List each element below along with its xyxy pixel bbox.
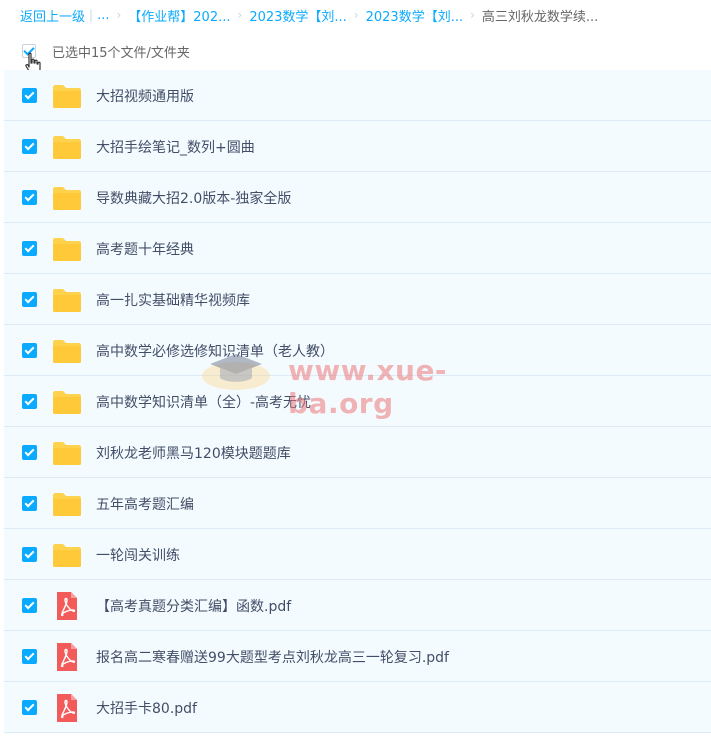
- breadcrumb-item-2[interactable]: 2023数学【刘...: [249, 6, 346, 25]
- file-name[interactable]: 高考题十年经典: [96, 239, 194, 259]
- file-row[interactable]: 刘秋龙老师黑马120模块题题库: [4, 427, 711, 478]
- file-row[interactable]: 一轮闯关训练: [4, 529, 711, 580]
- breadcrumb-ellipsis[interactable]: ...: [97, 8, 109, 23]
- file-row[interactable]: 高一扎实基础精华视频库: [4, 274, 711, 325]
- row-checkbox[interactable]: [22, 445, 37, 460]
- folder-icon: [52, 438, 82, 468]
- breadcrumb-divider: |: [89, 8, 94, 22]
- pdf-icon: [52, 642, 82, 672]
- file-name[interactable]: 大招视频通用版: [96, 86, 194, 106]
- file-name[interactable]: 大招手绘笔记_数列+圆曲: [96, 137, 255, 157]
- file-row[interactable]: 大招手卡80.pdf: [4, 682, 711, 733]
- folder-icon: [52, 387, 82, 417]
- folder-icon: [52, 132, 82, 162]
- file-name[interactable]: 高一扎实基础精华视频库: [96, 290, 250, 310]
- pdf-icon: [52, 591, 82, 621]
- folder-icon: [52, 234, 82, 264]
- breadcrumb-item-3[interactable]: 2023数学【刘...: [366, 6, 463, 25]
- file-list: 大招视频通用版大招手绘笔记_数列+圆曲导数典藏大招2.0版本-独家全版 高考题十年…: [4, 70, 711, 733]
- row-checkbox[interactable]: [22, 343, 37, 358]
- selection-bar: 已选中15个文件/文件夹: [0, 36, 711, 75]
- folder-icon: [52, 489, 82, 519]
- file-name[interactable]: 大招手卡80.pdf: [96, 698, 197, 718]
- file-row[interactable]: 五年高考题汇编: [4, 478, 711, 529]
- file-row[interactable]: 大招手绘笔记_数列+圆曲: [4, 121, 711, 172]
- file-row[interactable]: 【高考真题分类汇编】函数.pdf: [4, 580, 711, 631]
- chevron-right-icon: ›: [470, 8, 475, 22]
- row-checkbox[interactable]: [22, 649, 37, 664]
- file-row[interactable]: 报名高二寒春赠送99大题型考点刘秋龙高三一轮复习.pdf: [4, 631, 711, 682]
- file-name[interactable]: 高中数学知识清单（全）-高考无忧: [96, 392, 311, 412]
- pdf-icon: [52, 693, 82, 723]
- file-name[interactable]: 【高考真题分类汇编】函数.pdf: [96, 596, 291, 616]
- folder-icon: [52, 285, 82, 315]
- row-checkbox[interactable]: [22, 241, 37, 256]
- row-checkbox[interactable]: [22, 190, 37, 205]
- selection-count-label: 已选中15个文件/文件夹: [52, 46, 190, 61]
- folder-icon: [52, 183, 82, 213]
- file-name[interactable]: 刘秋龙老师黑马120模块题题库: [96, 443, 291, 463]
- folder-icon: [52, 540, 82, 570]
- chevron-right-icon: ›: [116, 8, 122, 22]
- row-checkbox[interactable]: [22, 139, 37, 154]
- file-row[interactable]: 大招视频通用版: [4, 70, 711, 121]
- file-name[interactable]: 导数典藏大招2.0版本-独家全版: [96, 188, 291, 208]
- breadcrumb-current: 高三刘秋龙数学续...: [481, 9, 599, 25]
- file-name[interactable]: 报名高二寒春赠送99大题型考点刘秋龙高三一轮复习.pdf: [96, 647, 449, 667]
- file-name[interactable]: 五年高考题汇编: [96, 494, 194, 514]
- chevron-right-icon: ›: [237, 8, 243, 22]
- row-checkbox[interactable]: [22, 700, 37, 715]
- row-checkbox[interactable]: [22, 598, 37, 613]
- back-link[interactable]: 返回上一级: [20, 6, 85, 25]
- folder-icon: [52, 81, 82, 111]
- file-row[interactable]: 高中数学必修选修知识清单（老人教）: [4, 325, 711, 376]
- file-row[interactable]: 导数典藏大招2.0版本-独家全版: [4, 172, 711, 223]
- file-name[interactable]: 高中数学必修选修知识清单（老人教）: [96, 341, 334, 361]
- file-row[interactable]: 高中数学知识清单（全）-高考无忧: [4, 376, 711, 427]
- breadcrumb-item-1[interactable]: 【作业帮】202...: [128, 6, 230, 25]
- file-name[interactable]: 一轮闯关训练: [96, 545, 180, 565]
- file-browser: 返回上一级 | ... › 【作业帮】202... › 2023数学【刘... …: [0, 0, 711, 745]
- file-row[interactable]: 高考题十年经典: [4, 223, 711, 274]
- row-checkbox[interactable]: [22, 394, 37, 409]
- row-checkbox[interactable]: [22, 88, 37, 103]
- breadcrumb: 返回上一级 | ... › 【作业帮】202... › 2023数学【刘... …: [20, 5, 598, 25]
- row-checkbox[interactable]: [22, 547, 37, 562]
- folder-icon: [52, 336, 82, 366]
- row-checkbox[interactable]: [22, 292, 37, 307]
- row-checkbox[interactable]: [22, 496, 37, 511]
- chevron-right-icon: ›: [353, 8, 359, 22]
